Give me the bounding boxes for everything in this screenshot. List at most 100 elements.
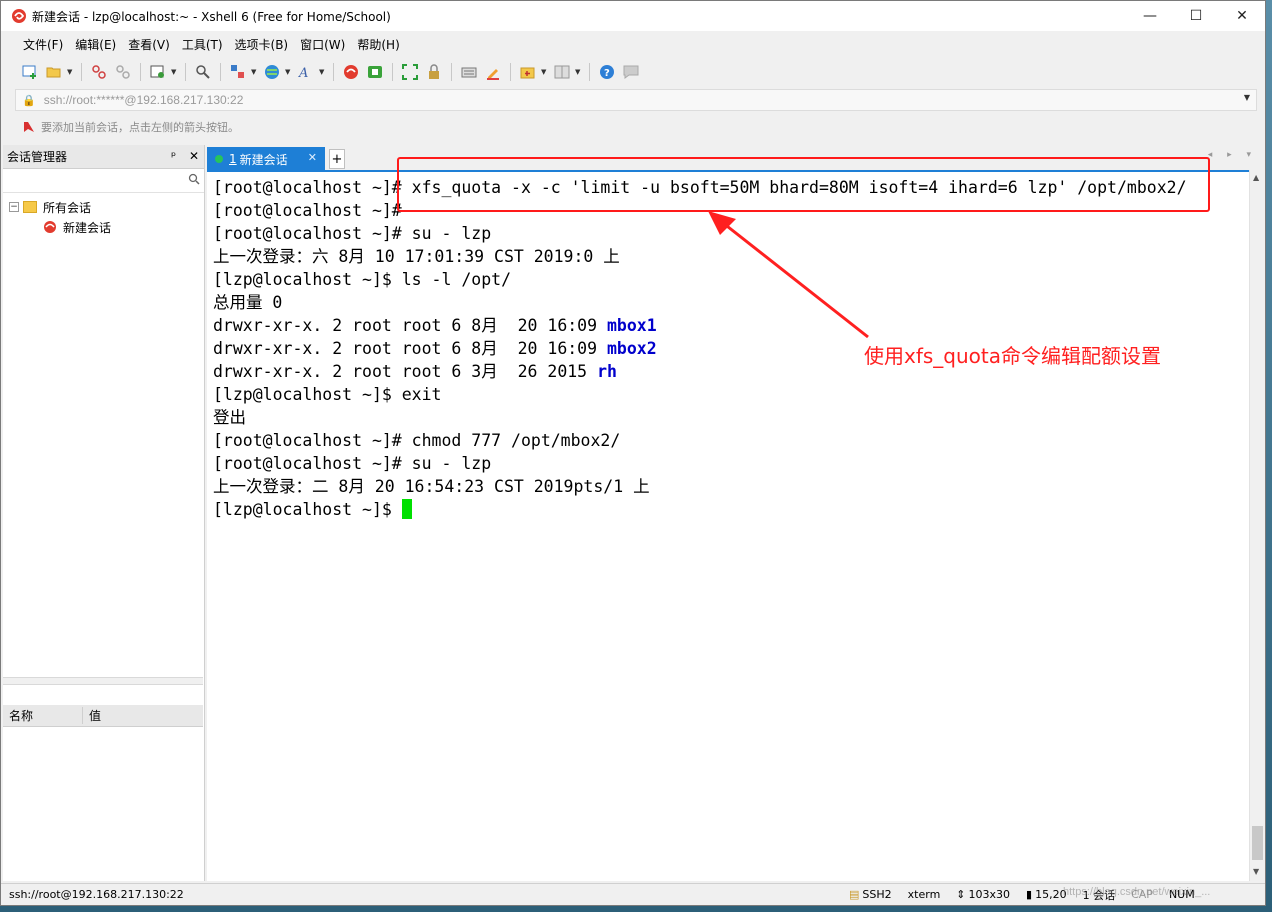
status-protocol: ▤ SSH2 (841, 888, 900, 901)
status-connection: ssh://root@192.168.217.130:22 (9, 888, 184, 901)
toolbar-separator (392, 63, 393, 81)
tab-label: 新建会话 (239, 152, 288, 167)
status-size-text: 103x30 (968, 888, 1011, 901)
minimize-button[interactable]: — (1127, 1, 1173, 31)
address-bar[interactable]: 🔒 ssh://root:******@192.168.217.130:22 ▼ (15, 89, 1257, 111)
terminal-line: [lzp@localhost ~]$ (213, 498, 1187, 521)
properties-dropdown-icon[interactable]: ▼ (171, 68, 179, 76)
terminal-line-text: drwxr-xr-x. 2 root root 6 8月 20 16:09 (213, 316, 607, 335)
terminal-line: 上一次登录：二 8月 20 16:54:23 CST 2019pts/1 上 (213, 475, 1187, 498)
keyboard-icon[interactable] (458, 61, 480, 83)
globe-icon[interactable] (261, 61, 283, 83)
close-panel-button[interactable]: ✕ (189, 149, 199, 163)
property-value-column[interactable]: 值 (83, 707, 101, 724)
terminal-line-text: drwxr-xr-x. 2 root root 6 8月 20 16:09 (213, 339, 607, 358)
tree-item-label: 所有会话 (43, 200, 92, 215)
panel-splitter[interactable] (3, 677, 203, 685)
help-icon[interactable]: ? (596, 61, 618, 83)
terminal-line-text: [lzp@localhost ~]$ (213, 500, 402, 519)
tree-item-new-session[interactable]: 新建会话 (3, 217, 204, 237)
new-tab-group-icon[interactable] (517, 61, 539, 83)
terminal-line: [root@localhost ~]# chmod 777 /opt/mbox2… (213, 429, 1187, 452)
svg-text:A: A (298, 66, 308, 80)
font-dropdown-icon[interactable]: ▼ (319, 68, 327, 76)
directory-name: rh (597, 362, 617, 381)
fullscreen-icon[interactable] (399, 61, 421, 83)
menu-edit[interactable]: 编辑(E) (69, 36, 122, 53)
desktop-wallpaper-edge (1266, 0, 1272, 912)
add-session-arrow-icon[interactable] (23, 121, 35, 133)
new-session-icon[interactable] (19, 61, 41, 83)
open-folder-icon[interactable] (43, 61, 65, 83)
watermark-text: https://blog.csdn.net/weixin_... (1063, 886, 1211, 898)
terminal-line-text: 上一次登录：六 8月 10 17:01:39 CST 2019:0 上 (213, 247, 620, 266)
hint-bar: 要添加当前会话，点击左侧的箭头按钮。 (15, 117, 239, 137)
scroll-up-icon[interactable]: ▲ (1253, 173, 1259, 182)
session-manager-title: 会话管理器 (7, 150, 68, 164)
transfer-icon[interactable] (227, 61, 249, 83)
find-icon[interactable] (192, 61, 214, 83)
terminal-line: 登出 (213, 406, 1187, 429)
connected-status-icon (215, 155, 223, 163)
property-name-column[interactable]: 名称 (3, 707, 83, 724)
tab-new-session[interactable]: 1 新建会话 ✕ (207, 147, 325, 171)
terminal-line-text: [root@localhost ~]# chmod 777 /opt/mbox2… (213, 431, 621, 450)
toolbar-separator (451, 63, 452, 81)
title-bar: 新建会话 - lzp@localhost:~ - Xshell 6 (Free … (1, 1, 1265, 31)
maximize-button[interactable]: ☐ (1173, 1, 1219, 31)
tree-item-all-sessions[interactable]: − 所有会话 (3, 197, 204, 217)
terminal-line: [lzp@localhost ~]$ exit (213, 383, 1187, 406)
tree-item-label: 新建会话 (63, 220, 112, 235)
toolbar-separator (140, 63, 141, 81)
lock-icon[interactable] (423, 61, 445, 83)
transfer-dropdown-icon[interactable]: ▼ (251, 68, 259, 76)
folder-icon (23, 201, 37, 213)
toolbar-separator (185, 63, 186, 81)
tab-navigation-icons[interactable]: ◂ ▸ ▾ (1208, 150, 1257, 160)
chat-icon[interactable] (620, 61, 642, 83)
menu-view[interactable]: 查看(V) (122, 36, 176, 53)
terminal-scrollbar[interactable]: ▲ ▼ (1249, 170, 1265, 881)
address-value[interactable]: ssh://root:******@192.168.217.130:22 (44, 93, 244, 107)
menu-file[interactable]: 文件(F) (17, 36, 69, 53)
session-search-row[interactable] (3, 169, 204, 193)
annotation-text: 使用xfs_quota命令编辑配额设置 (864, 344, 1162, 368)
layout-icon[interactable] (551, 61, 573, 83)
connect-icon[interactable] (88, 61, 110, 83)
scroll-down-icon[interactable]: ▼ (1253, 867, 1259, 876)
menu-tabs[interactable]: 选项卡(B) (229, 36, 295, 53)
directory-name: mbox2 (607, 339, 657, 358)
menu-window[interactable]: 窗口(W) (294, 36, 351, 53)
lock-icon: 🔒 (22, 93, 36, 107)
scrollbar-thumb[interactable] (1252, 826, 1263, 860)
toolbar-separator (81, 63, 82, 81)
font-icon[interactable]: A (295, 61, 317, 83)
toolbar-separator (510, 63, 511, 81)
highlight-icon[interactable] (482, 61, 504, 83)
toolbar-separator (333, 63, 334, 81)
pin-icon[interactable]: ᵖ (171, 149, 176, 163)
directory-name: mbox1 (607, 316, 657, 335)
add-tab-button[interactable]: + (329, 149, 345, 169)
close-window-button[interactable]: ✕ (1219, 1, 1265, 31)
globe-dropdown-icon[interactable]: ▼ (285, 68, 293, 76)
address-dropdown-icon[interactable]: ▼ (1244, 93, 1250, 102)
terminal-line: [root@localhost ~]# su - lzp (213, 452, 1187, 475)
annotation-highlight-box (397, 157, 1210, 212)
xshell-app-icon (12, 9, 26, 23)
layout-dropdown-icon[interactable]: ▼ (575, 68, 583, 76)
open-dropdown-icon[interactable]: ▼ (67, 68, 75, 76)
window-controls: — ☐ ✕ (1127, 1, 1265, 31)
xftp-icon[interactable] (364, 61, 386, 83)
disconnect-icon[interactable] (112, 61, 134, 83)
xshell-icon[interactable] (340, 61, 362, 83)
tab-group-dropdown-icon[interactable]: ▼ (541, 68, 549, 76)
close-tab-button[interactable]: ✕ (308, 151, 317, 164)
properties-icon[interactable] (147, 61, 169, 83)
terminal-line-text: 上一次登录：二 8月 20 16:54:23 CST 2019pts/1 上 (213, 477, 650, 496)
collapse-toggle-icon[interactable]: − (9, 202, 19, 212)
menu-tools[interactable]: 工具(T) (176, 36, 229, 53)
search-icon[interactable] (188, 173, 200, 185)
tab-index: 1 (229, 152, 237, 166)
menu-help[interactable]: 帮助(H) (351, 36, 405, 53)
